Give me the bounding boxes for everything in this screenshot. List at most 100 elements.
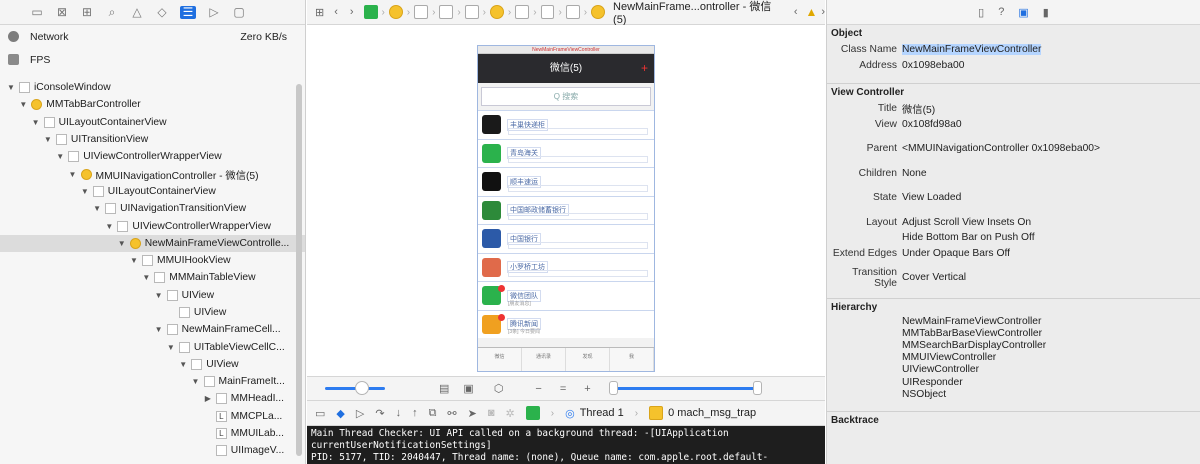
spacing-slider[interactable] [325,381,385,395]
chat-cell[interactable]: 腾讯新闻 [3条] 今日要闻 [478,309,654,338]
navigator-scrollbar[interactable] [296,84,302,456]
disclosure-open-icon[interactable]: ▼ [43,135,53,144]
back-icon[interactable]: ‹ [334,6,338,18]
disclosure-open-icon[interactable]: ▼ [68,170,78,179]
step-out-icon[interactable]: ↑ [412,407,418,419]
tree-row[interactable]: ▼ UINavigationTransitionView [0,200,305,217]
settings-icon[interactable]: ✲ [506,407,515,420]
disclosure-open-icon[interactable]: ▼ [154,291,164,300]
inspector-value[interactable]: NewMainFrameViewController [902,44,1042,56]
hide-console-icon[interactable]: ▭ [315,407,325,420]
file-inspector-icon[interactable]: ▯ [978,6,984,19]
location-icon[interactable]: ➤ [468,407,477,420]
plus-icon[interactable]: + [641,54,648,83]
chat-cell[interactable]: 微信团队 [朋友消息] [478,281,654,310]
frame-label[interactable]: 0 mach_msg_trap [668,407,756,419]
grid-icon[interactable]: ⊞ [315,6,324,19]
phone-search-bar[interactable]: Q 搜索 [481,87,651,106]
controller-crumb-icon[interactable] [591,5,606,19]
fps-gauge[interactable]: FPS [0,48,305,71]
help-inspector-icon[interactable]: ? [998,6,1004,18]
folder-icon[interactable]: ▭ [30,5,44,19]
tree-row[interactable]: ▼ UIViewControllerWrapperView [0,148,305,165]
window-crumb-icon[interactable] [388,5,403,19]
tree-row[interactable]: ▼ UITransitionView [0,131,305,148]
tag-icon[interactable]: ▷ [207,5,221,19]
size-inspector-icon[interactable]: ▮ [1043,6,1049,19]
tree-row[interactable]: ▼ MMTabBarController [0,96,305,113]
forward-icon[interactable]: › [821,6,825,18]
warning-icon[interactable]: △ [130,5,144,19]
zoom-in-icon[interactable]: + [584,383,590,395]
chat-cell[interactable]: 小罗桥工坊 [478,252,654,281]
tree-row[interactable]: L MMCPLa... [0,408,305,425]
step-over-icon[interactable]: ↷ [375,407,384,420]
phone-tab-item[interactable]: 我 [610,348,654,371]
view-crumb-icon[interactable] [540,5,555,19]
disclosure-open-icon[interactable]: ▼ [31,118,41,127]
tree-row[interactable]: ▼ UITableViewCellC... [0,338,305,355]
disclosure-open-icon[interactable]: ▼ [178,360,188,369]
step-in-icon[interactable]: ↓ [396,407,402,419]
disclosure-open-icon[interactable]: ▼ [92,204,102,213]
tree-row[interactable]: ▼ UILayoutContainerView [0,114,305,131]
disclosure-closed-icon[interactable]: ▶ [203,394,213,403]
tree-row[interactable]: ▶ MMHeadI... [0,390,305,407]
view-crumb-icon[interactable] [515,5,530,19]
diamond-icon[interactable]: ◇ [155,5,169,19]
back-icon[interactable]: ‹ [794,6,798,18]
forward-icon[interactable]: › [350,6,354,18]
tree-row[interactable]: ▼ MMUINavigationController - 微信(5) [0,165,305,182]
frame-icon[interactable]: ▣ [463,382,473,395]
object-inspector-icon[interactable]: ▣ [1018,6,1028,19]
tree-row[interactable]: ▼ MainFrameIt... [0,373,305,390]
search-icon[interactable]: ⌕ [105,5,119,19]
thread-label[interactable]: Thread 1 [580,407,624,419]
tree-row[interactable]: ▼ NewMainFrameViewControlle... [0,234,305,252]
tree-row[interactable]: ▼ MMMainTableView [0,269,305,286]
disclosure-open-icon[interactable]: ▼ [191,377,201,386]
view-debugger-canvas[interactable]: NewMainFrameViewController 微信(5) + Q 搜索 … [307,25,825,377]
view-crumb-icon[interactable] [565,5,580,19]
range-slider[interactable] [608,381,762,395]
tree-row[interactable]: ▼ UIViewControllerWrapperView [0,217,305,234]
phone-tab-item[interactable]: 微信 [478,348,522,371]
tree-row[interactable]: ▼ iConsoleWindow [0,79,305,96]
continue-icon[interactable]: ▷ [356,407,364,420]
disclosure-open-icon[interactable]: ▼ [129,256,139,265]
disclosure-open-icon[interactable]: ▼ [154,325,164,334]
comment-icon[interactable]: ▢ [232,5,246,19]
chat-cell[interactable]: 丰巢快递柜 [478,110,654,139]
view-crumb-icon[interactable] [464,5,479,19]
tree-row[interactable]: ▼ MMUIHookView [0,252,305,269]
view-crumb-icon[interactable] [439,5,454,19]
disclosure-open-icon[interactable]: ▼ [117,239,127,248]
chat-cell[interactable]: 青岛海关 [478,138,654,167]
tree-row[interactable]: ▼ UIView [0,287,305,304]
disclosure-open-icon[interactable]: ▼ [6,83,16,92]
warning-icon[interactable]: ▲ [806,5,818,19]
chat-cell[interactable]: 顺丰速运 [478,167,654,196]
tree-row[interactable]: ▼ NewMainFrameCell... [0,321,305,338]
disclosure-open-icon[interactable]: ▼ [80,187,90,196]
x-square-icon[interactable]: ⊠ [55,5,69,19]
zoom-out-icon[interactable]: − [535,383,541,395]
phone-preview[interactable]: NewMainFrameViewController 微信(5) + Q 搜索 … [477,45,655,372]
jump-bar-title[interactable]: NewMainFrame...ontroller - 微信(5) [613,0,784,26]
camera-icon[interactable]: ◙ [488,407,495,419]
zoom-actual-icon[interactable]: = [560,383,566,395]
clip-icon[interactable]: ▤ [439,382,449,395]
tree-row[interactable]: L MMUILab... [0,425,305,442]
debug-console[interactable]: Main Thread Checker: UI API called on a … [307,426,825,464]
nav-controller-crumb-icon[interactable] [489,5,504,19]
tree-row[interactable]: UIImageV... [0,442,305,459]
wechat-app-icon[interactable] [525,406,540,420]
hierarchy-icon[interactable]: ⊞ [80,5,94,19]
tree-row[interactable]: UIView [0,304,305,321]
network-gauge[interactable]: Network Zero KB/s [0,25,305,48]
tree-row[interactable]: ▼ UILayoutContainerView [0,183,305,200]
wechat-app-icon[interactable] [363,5,378,19]
tree-row[interactable]: ▼ UIView [0,356,305,373]
disclosure-open-icon[interactable]: ▼ [166,343,176,352]
disclosure-open-icon[interactable]: ▼ [104,222,114,231]
